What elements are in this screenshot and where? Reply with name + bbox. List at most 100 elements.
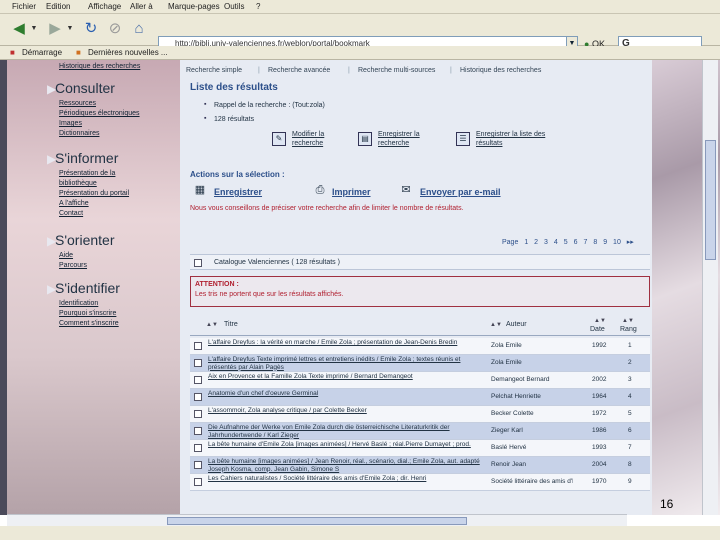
horizontal-scroll-thumb[interactable] — [167, 517, 467, 525]
row-rank: 1 — [628, 342, 632, 349]
vertical-scrollbar[interactable] — [702, 60, 718, 515]
bookmark-icon: ■ — [10, 48, 15, 57]
back-dropdown-icon[interactable]: ▼ — [30, 18, 38, 40]
pager-label: Page — [502, 239, 519, 246]
save-icon[interactable]: ▤ — [358, 132, 372, 146]
left-sidebar: Historique des recherches ▶ Consulter Re… — [7, 60, 180, 515]
row-checkbox[interactable] — [194, 342, 202, 350]
home-icon[interactable]: ⌂ — [128, 18, 150, 40]
mail-icon[interactable]: ✉ — [398, 183, 414, 197]
sidebar-link-bibliotheque[interactable]: bibliothèque — [59, 180, 97, 187]
menu-aller[interactable]: Aller à — [130, 2, 153, 11]
bookmark-demarrage[interactable]: Démarrage — [22, 48, 62, 57]
menu-help[interactable]: ? — [256, 2, 260, 11]
stop-icon[interactable]: ⊘ — [104, 18, 126, 40]
table-row: La bête humaine d'Emile Zola [images ani… — [190, 440, 650, 457]
column-title[interactable]: Titre — [224, 321, 238, 328]
vertical-scroll-thumb[interactable] — [705, 140, 716, 260]
horizontal-scrollbar[interactable] — [7, 514, 627, 526]
sidebar-link-pourquoi[interactable]: Pourquoi s'inscrire — [59, 310, 116, 317]
page-link[interactable]: 2 — [534, 239, 538, 246]
next-pages-icon[interactable]: ▸▸ — [627, 239, 634, 246]
disk-icon[interactable]: ▦ — [192, 183, 208, 197]
forward-button[interactable]: ▶ — [44, 18, 66, 40]
row-date: 2004 — [592, 461, 607, 468]
row-rank: 6 — [628, 427, 632, 434]
page-link[interactable]: 10 — [613, 239, 621, 246]
page-link[interactable]: 3 — [544, 239, 548, 246]
printer-icon[interactable]: ⎙ — [312, 183, 328, 197]
sidebar-link-ressources[interactable]: Ressources — [59, 100, 96, 107]
column-date[interactable]: Date — [590, 326, 605, 333]
row-checkbox[interactable] — [194, 393, 202, 401]
save-results-link[interactable]: Enregistrer la liste des résultats — [476, 130, 560, 148]
row-checkbox[interactable] — [194, 359, 202, 367]
page-link[interactable]: 1 — [524, 239, 528, 246]
page-link[interactable]: 6 — [574, 239, 578, 246]
tab-recherche-multi-sources[interactable]: Recherche multi-sources — [358, 67, 435, 74]
page-link[interactable]: 9 — [603, 239, 607, 246]
menu-outils[interactable]: Outils — [224, 2, 244, 11]
forward-dropdown-icon[interactable]: ▼ — [66, 18, 74, 40]
save-selection-link[interactable]: Enregistrer — [214, 187, 262, 197]
menu-fichier[interactable]: Fichier — [12, 2, 36, 11]
sidebar-link-identification[interactable]: Identification — [59, 300, 98, 307]
sidebar-link-contact[interactable]: Contact — [59, 210, 83, 217]
modify-search-link[interactable]: Modifier la recherche — [292, 130, 352, 148]
list-icon[interactable]: ☰ — [456, 132, 470, 146]
print-selection-link[interactable]: Imprimer — [332, 187, 371, 197]
sidebar-link-parcours[interactable]: Parcours — [59, 262, 87, 269]
sidebar-link-periodiques[interactable]: Périodiques électroniques — [59, 110, 140, 117]
row-author: Société littéraire des amis d'Emile Zola — [491, 478, 573, 485]
save-search-link[interactable]: Enregistrer la recherche — [378, 130, 442, 148]
bookmark-dernieres-nouvelles[interactable]: Dernières nouvelles ... — [88, 48, 168, 57]
page-link[interactable]: 8 — [593, 239, 597, 246]
row-title[interactable]: Anatomie d'un chef d'oeuvre Germinal — [208, 390, 488, 406]
menu-affichage[interactable]: Affichage — [88, 2, 121, 11]
tab-recherche-avancee[interactable]: Recherche avancée — [268, 67, 330, 74]
reload-icon[interactable]: ↻ — [80, 18, 102, 40]
row-checkbox[interactable] — [194, 427, 202, 435]
column-author[interactable]: Auteur — [506, 321, 527, 328]
tab-recherche-simple[interactable]: Recherche simple — [186, 67, 242, 74]
sort-author-icon[interactable]: ▲▼ — [490, 322, 502, 328]
row-title[interactable]: L'assommoir, Zola analyse critique / par… — [208, 407, 488, 423]
sidebar-link-dictionnaires[interactable]: Dictionnaires — [59, 130, 99, 137]
sort-rank-icon[interactable]: ▲▼ — [622, 318, 634, 324]
row-checkbox[interactable] — [194, 376, 202, 384]
sidebar-link-presentation-bib[interactable]: Présentation de la — [59, 170, 115, 177]
menu-marque-pages[interactable]: Marque-pages — [168, 2, 220, 11]
sidebar-link-images[interactable]: Images — [59, 120, 82, 127]
row-checkbox[interactable] — [194, 410, 202, 418]
column-rank[interactable]: Rang — [620, 326, 637, 333]
tab-historique[interactable]: Historique des recherches — [460, 67, 541, 74]
row-rank: 5 — [628, 410, 632, 417]
row-title[interactable]: La bête humaine [images animées] / Jean … — [208, 458, 488, 474]
sidebar-link-affiche[interactable]: A l'affiche — [59, 200, 89, 207]
page-link[interactable]: 5 — [564, 239, 568, 246]
row-author: Pelchat Henriette — [491, 393, 541, 400]
email-selection-link[interactable]: Envoyer par e-mail — [420, 187, 501, 197]
row-checkbox[interactable] — [194, 461, 202, 469]
sidebar-link-presentation-portail[interactable]: Présentation du portail — [59, 190, 129, 197]
attention-message: Les tris ne portent que sur les résultat… — [195, 291, 344, 298]
row-checkbox[interactable] — [194, 444, 202, 452]
page-link[interactable]: 7 — [583, 239, 587, 246]
sort-title-icon[interactable]: ▲▼ — [206, 322, 218, 328]
sidebar-link-aide[interactable]: Aide — [59, 252, 73, 259]
sidebar-link-comment[interactable]: Comment s'inscrire — [59, 320, 119, 327]
row-title[interactable]: L'affaire Dreyfus : la vérité en marche … — [208, 339, 488, 355]
row-title[interactable]: Les Cahiers naturalistes / Société litté… — [208, 475, 488, 491]
row-title[interactable]: Die Aufnahme der Werke von Emile Zola du… — [208, 424, 488, 440]
catalogue-checkbox[interactable] — [194, 259, 202, 267]
edit-icon[interactable]: ✎ — [272, 132, 286, 146]
row-title[interactable]: La bête humaine d'Emile Zola [images ani… — [208, 441, 488, 457]
row-title[interactable]: L'affaire Dreyfus Texte imprimé lettres … — [208, 356, 488, 372]
row-checkbox[interactable] — [194, 478, 202, 486]
page-link[interactable]: 4 — [554, 239, 558, 246]
sidebar-link-historique[interactable]: Historique des recherches — [59, 63, 140, 70]
back-button[interactable]: ◀ — [8, 18, 30, 40]
menu-edition[interactable]: Edition — [46, 2, 70, 11]
row-title[interactable]: Aix en Provence et la Famille Zola Texte… — [208, 373, 488, 389]
sort-date-icon[interactable]: ▲▼ — [594, 318, 606, 324]
